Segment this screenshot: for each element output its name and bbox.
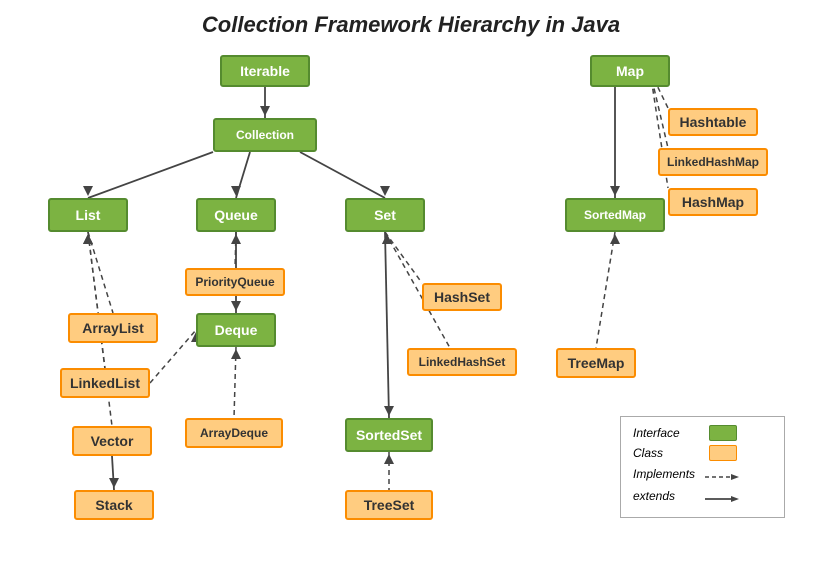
node-collection: Collection <box>213 118 317 152</box>
legend-class-row: Class <box>633 445 772 461</box>
node-queue: Queue <box>196 198 276 232</box>
legend-implements-row: Implements <box>633 465 772 483</box>
node-hashtable: Hashtable <box>668 108 758 136</box>
node-arraydeque: ArrayDeque <box>185 418 283 448</box>
node-iterable: Iterable <box>220 55 310 87</box>
node-linkedhashset: LinkedHashSet <box>407 348 517 376</box>
node-hashmap: HashMap <box>668 188 758 216</box>
legend-implements-arrow <box>703 465 741 483</box>
legend-interface-box <box>709 425 737 441</box>
legend-interface-row: Interface <box>633 425 772 441</box>
node-sortedmap: SortedMap <box>565 198 665 232</box>
node-stack: Stack <box>74 490 154 520</box>
legend-implements-label: Implements <box>633 467 703 481</box>
node-treeset: TreeSet <box>345 490 433 520</box>
legend-class-box <box>709 445 737 461</box>
legend-extends-arrow <box>703 487 741 505</box>
legend: Interface Class Implements extends <box>620 416 785 518</box>
legend-class-label: Class <box>633 446 703 460</box>
node-linkedlist: LinkedList <box>60 368 150 398</box>
node-treemap: TreeMap <box>556 348 636 378</box>
node-map: Map <box>590 55 670 87</box>
node-set: Set <box>345 198 425 232</box>
node-hashset: HashSet <box>422 283 502 311</box>
node-sortedset: SortedSet <box>345 418 433 452</box>
legend-interface-label: Interface <box>633 426 703 440</box>
node-deque: Deque <box>196 313 276 347</box>
legend-extends-row: extends <box>633 487 772 505</box>
node-vector: Vector <box>72 426 152 456</box>
node-linkedhashmap: LinkedHashMap <box>658 148 768 176</box>
node-priorityqueue: PriorityQueue <box>185 268 285 296</box>
node-arraylist: ArrayList <box>68 313 158 343</box>
node-list: List <box>48 198 128 232</box>
page-title: Collection Framework Hierarchy in Java <box>0 0 822 38</box>
legend-extends-label: extends <box>633 489 703 503</box>
diagram-container: Collection Framework Hierarchy in Java <box>0 0 822 576</box>
